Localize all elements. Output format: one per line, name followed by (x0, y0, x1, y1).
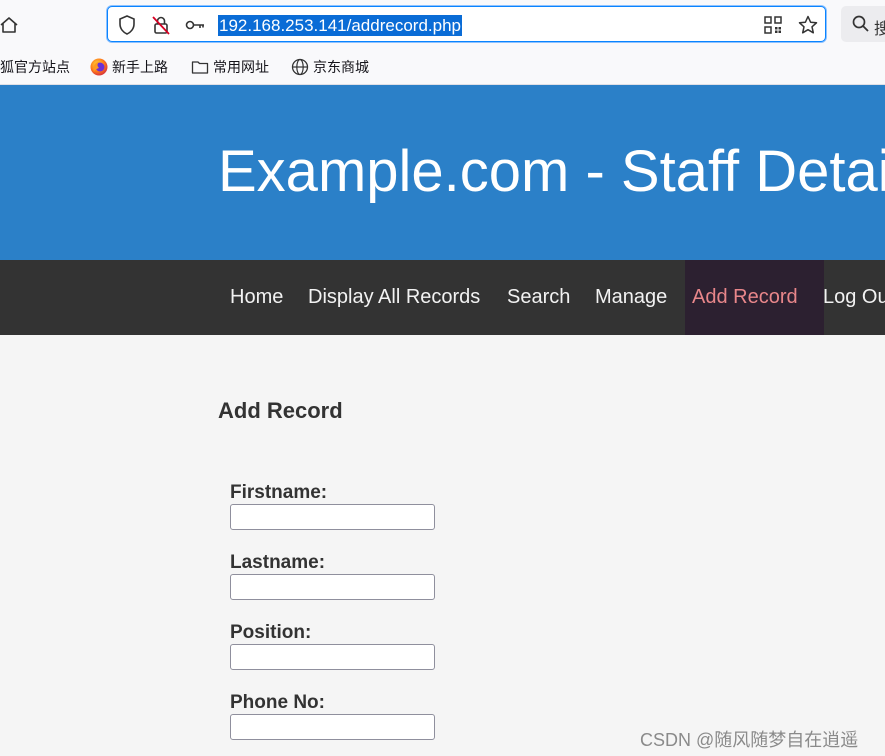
firefox-logo-icon (90, 58, 108, 76)
bookmark-official-site[interactable]: 狐官方站点 (0, 58, 70, 76)
bookmark-label: 京东商城 (313, 59, 369, 75)
globe-icon (291, 58, 309, 76)
search-placeholder: 搜 (874, 21, 885, 38)
phone-input[interactable] (230, 714, 435, 740)
nav-add-record[interactable]: Add Record (692, 284, 798, 310)
page-heading: Add Record (218, 398, 343, 423)
insecure-lock-icon[interactable] (150, 14, 172, 36)
bookmark-label: 新手上路 (112, 59, 168, 75)
bookmark-common-sites[interactable]: 常用网址 (191, 58, 269, 76)
address-bar[interactable]: 192.168.253.141/addrecord.php (107, 6, 826, 42)
bookmark-jd[interactable]: 京东商城 (291, 58, 369, 76)
home-icon[interactable] (0, 14, 20, 36)
lastname-label: Lastname: (230, 552, 326, 573)
folder-icon (191, 58, 209, 76)
nav-search[interactable]: Search (507, 284, 570, 310)
key-icon[interactable] (184, 14, 206, 36)
nav-display-all-records[interactable]: Display All Records (308, 284, 480, 310)
qr-code-icon[interactable] (762, 14, 784, 36)
lastname-input[interactable] (230, 574, 435, 600)
bookmark-label: 狐官方站点 (0, 59, 70, 75)
nav-home[interactable]: Home (230, 284, 283, 310)
bookmark-star-icon[interactable] (797, 14, 819, 36)
position-label: Position: (230, 622, 312, 643)
firstname-label: Firstname: (230, 482, 328, 503)
firstname-input[interactable] (230, 504, 435, 530)
site-title: Example.com - Staff Details (218, 139, 885, 204)
position-input[interactable] (230, 644, 435, 670)
nav-manage[interactable]: Manage (595, 284, 667, 310)
bookmark-label: 常用网址 (213, 59, 269, 75)
search-box[interactable]: 搜 (841, 6, 885, 42)
url-text[interactable]: 192.168.253.141/addrecord.php (218, 15, 462, 36)
watermark: CSDN @随风随梦自在逍遥 (640, 730, 859, 750)
phone-label: Phone No: (230, 692, 325, 713)
bookmark-getting-started[interactable]: 新手上路 (90, 58, 168, 76)
nav-log-out[interactable]: Log Out (823, 284, 885, 310)
site-header: Example.com - Staff Details (0, 85, 885, 260)
bookmarks-bar: 狐官方站点 新手上路 常用网址 京东商城 (0, 50, 885, 85)
search-icon (851, 14, 871, 34)
main-nav: Home Display All Records Search Manage A… (0, 260, 885, 335)
shield-icon[interactable] (116, 14, 138, 36)
browser-toolbar: 192.168.253.141/addrecord.php 搜 (0, 0, 885, 50)
